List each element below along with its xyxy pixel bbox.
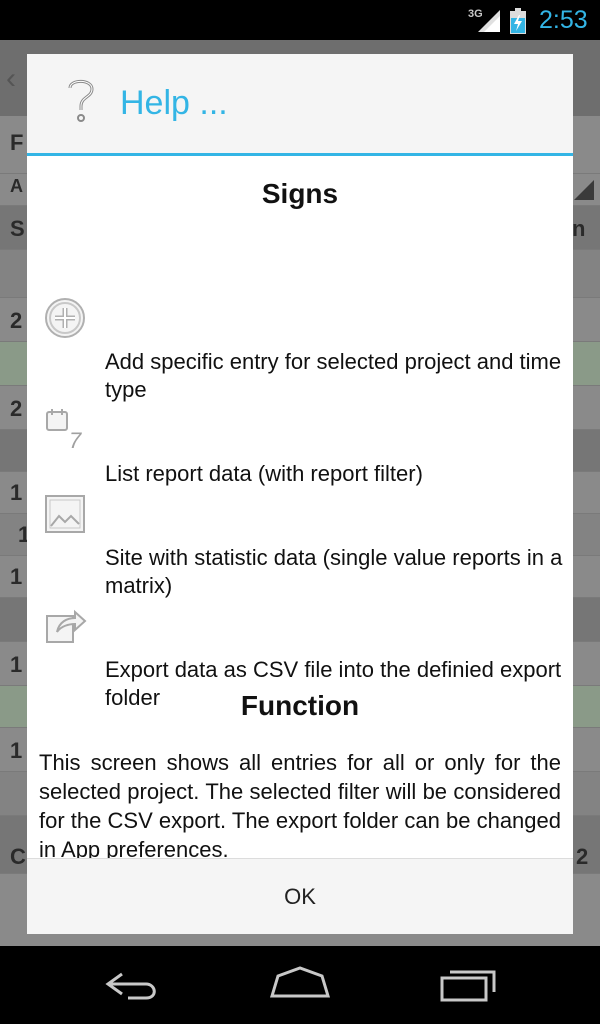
svg-text:7: 7 (69, 428, 82, 450)
battery-charging-icon (510, 8, 526, 34)
add-circle-icon (45, 298, 85, 338)
export-share-icon (46, 609, 87, 643)
picture-statistic-icon (45, 495, 85, 533)
back-icon[interactable] (100, 960, 164, 1010)
signal-icon (478, 10, 500, 32)
sign-description: List report data (with report filter) (105, 461, 423, 486)
function-heading: Function (240, 690, 360, 721)
ok-button[interactable]: OK (27, 859, 573, 934)
dialog-scroll-content[interactable]: Signs Add specific entry for selected pr… (27, 156, 573, 858)
recent-apps-icon[interactable] (436, 960, 500, 1010)
navigation-bar (0, 946, 600, 1024)
sign-description: Add specific entry for selected project … (105, 349, 562, 402)
home-icon[interactable] (268, 960, 332, 1010)
clock: 2:53 (539, 6, 588, 34)
signs-heading: Signs (261, 178, 339, 209)
sign-description: Site with statistic data (single value r… (105, 545, 563, 598)
help-dialog: Help ... Signs Add specific entry for se… (27, 54, 573, 934)
status-bar: 3G 2:53 (0, 0, 600, 40)
calendar-list-icon: 7 (46, 409, 82, 450)
dialog-title-bar: Help ... (27, 54, 573, 156)
dialog-title: Help ... (120, 84, 228, 122)
dialog-footer: OK (27, 858, 573, 934)
spinner-triangle (574, 180, 594, 200)
question-mark-icon (68, 79, 94, 122)
function-description: This screen shows all entries for all or… (39, 750, 561, 858)
chevron-left-icon: ‹ (6, 62, 16, 95)
